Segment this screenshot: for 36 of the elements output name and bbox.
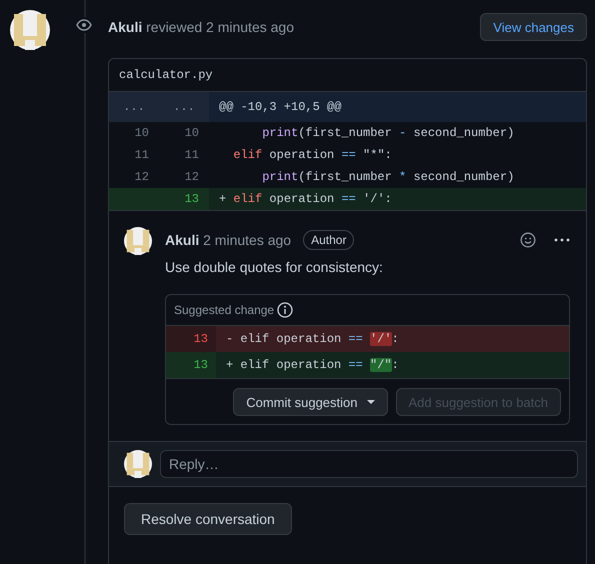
line-number: 11	[134, 147, 150, 164]
line-number: 10	[134, 125, 150, 142]
code-text: - elif operation == '/':	[225, 332, 399, 346]
line-number: 11	[184, 147, 200, 164]
line-number: 13	[166, 326, 216, 352]
line-number: 13	[159, 188, 209, 210]
resolve-conversation-button[interactable]: Resolve conversation	[124, 503, 292, 535]
line-number: ...	[109, 92, 159, 122]
code-text: + elif operation == '/':	[218, 192, 392, 206]
comment-meta: Akuli 2 minutes ago	[165, 232, 292, 248]
line-number: 10	[184, 125, 200, 142]
avatar	[124, 450, 152, 478]
suggested-change-title: Suggested change	[174, 303, 274, 317]
info-icon[interactable]	[277, 302, 294, 318]
hunk-header: @@ -10,3 +10,5 @@	[209, 92, 586, 122]
more-options-icon[interactable]	[554, 238, 570, 242]
code-text: + elif operation == "/":	[225, 358, 399, 372]
eye-icon	[76, 17, 92, 33]
code-text: elif operation == "*":	[232, 148, 392, 162]
reply-field[interactable]: Reply…	[160, 450, 578, 478]
line-number-gutter	[109, 188, 159, 210]
avatar	[10, 10, 50, 50]
line-number: ...	[159, 92, 209, 122]
comment-text: Use double quotes for consistency:	[165, 259, 384, 275]
code-text: print(first_number - second_number)	[261, 126, 514, 140]
caret-icon	[366, 400, 374, 404]
line-number: 13	[166, 352, 216, 378]
commit-suggestion-button[interactable]: Commit suggestion	[233, 388, 388, 416]
author-badge: Author	[303, 230, 354, 250]
line-number: 12	[134, 169, 150, 186]
code-text: print(first_number * second_number)	[261, 170, 514, 184]
line-number: 12	[184, 169, 200, 186]
avatar	[124, 227, 152, 255]
smiley-icon[interactable]	[520, 232, 536, 248]
view-changes-button[interactable]: View changes	[480, 13, 587, 41]
review-summary: Akuli reviewed 2 minutes ago	[108, 19, 294, 35]
